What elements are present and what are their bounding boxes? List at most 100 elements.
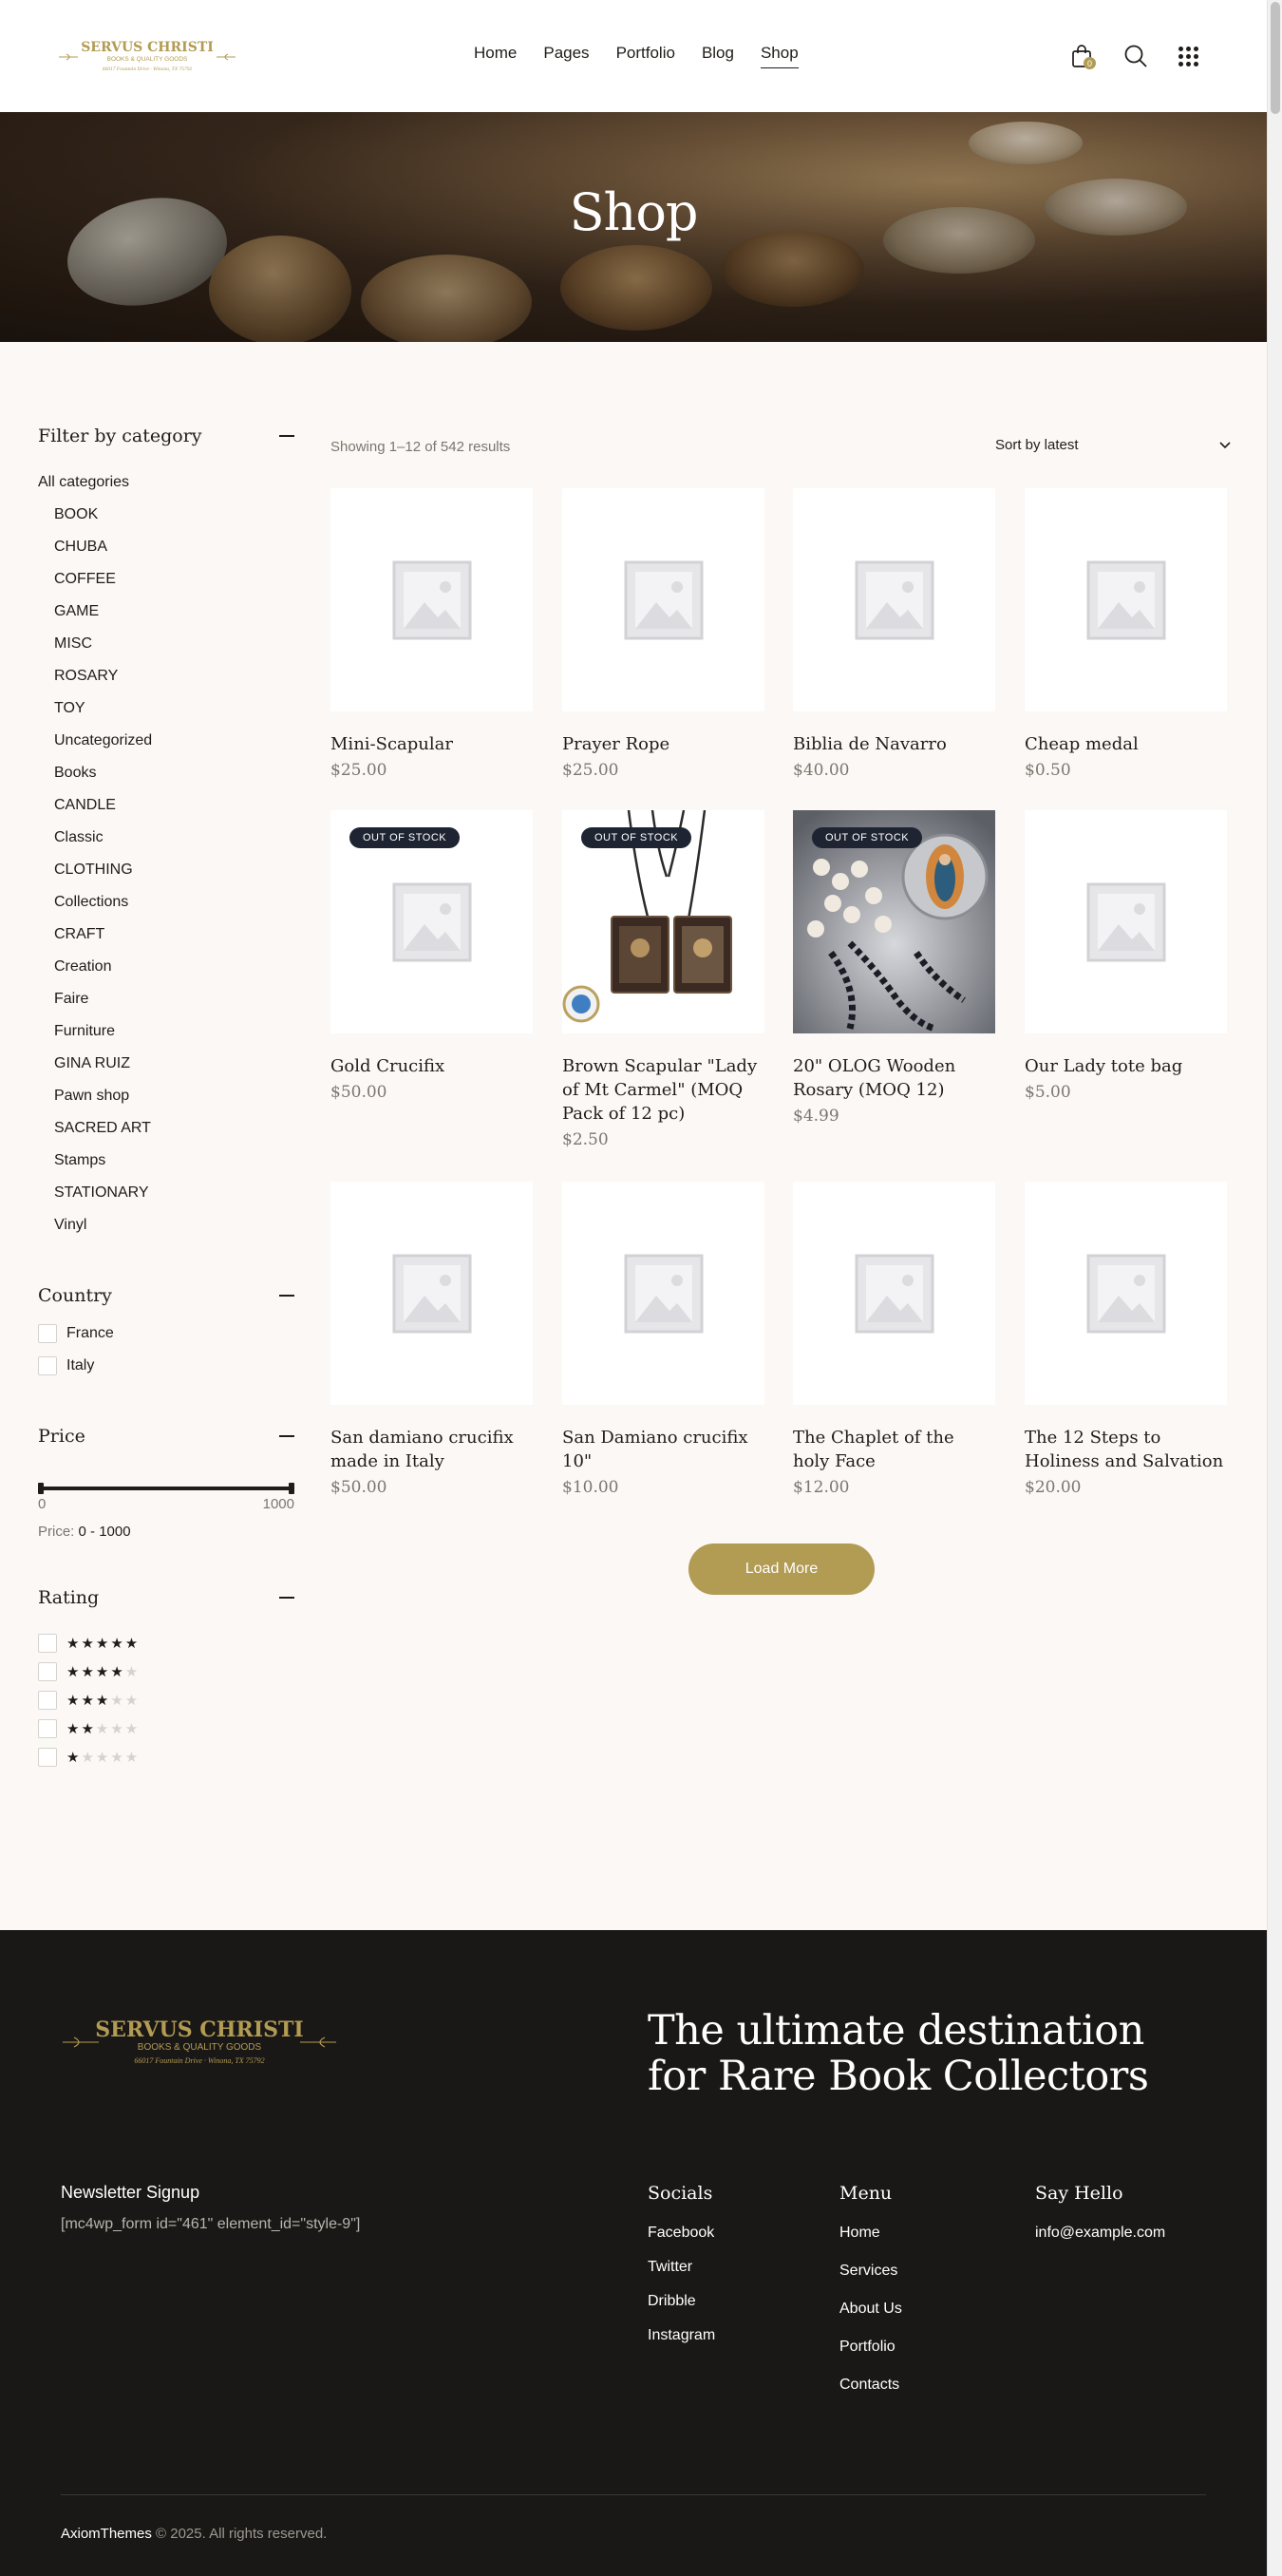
category-item[interactable]: MISC — [38, 628, 294, 660]
brand-logo[interactable]: SERVUS CHRISTI BOOKS & QUALITY GOODS 660… — [57, 28, 237, 85]
menu-grid-button[interactable] — [1174, 42, 1202, 70]
footer-link-about[interactable]: About Us — [839, 2301, 902, 2318]
category-item[interactable]: CLOTHING — [38, 854, 294, 886]
product-title[interactable]: Brown Scapular "Lady of Mt Carmel" (MOQ … — [562, 1054, 764, 1126]
product-title[interactable]: The Chaplet of the holy Face — [793, 1426, 995, 1473]
rating-filter-header[interactable]: Rating — [38, 1587, 294, 1608]
price-filter-header[interactable]: Price — [38, 1426, 294, 1447]
product-image[interactable]: OUT OF STOCK — [562, 810, 764, 1033]
footer-link-portfolio[interactable]: Portfolio — [839, 2339, 902, 2356]
category-item[interactable]: Creation — [38, 951, 294, 983]
social-link-instagram[interactable]: Instagram — [648, 2327, 715, 2344]
rating-option-1[interactable]: ★★★★★ — [38, 1743, 294, 1771]
product-card[interactable]: Prayer Rope $25.00 — [562, 488, 764, 780]
product-card[interactable]: Cheap medal $0.50 — [1025, 488, 1227, 780]
category-item[interactable]: SACRED ART — [38, 1112, 294, 1145]
category-item[interactable]: TOY — [38, 692, 294, 725]
category-item[interactable]: GINA RUIZ — [38, 1048, 294, 1080]
product-image[interactable] — [562, 1182, 764, 1405]
product-image[interactable] — [330, 488, 533, 711]
nav-home[interactable]: Home — [474, 44, 517, 68]
checkbox[interactable] — [38, 1691, 57, 1710]
product-image[interactable] — [562, 488, 764, 711]
price-range-slider[interactable] — [38, 1483, 294, 1494]
footer-link-home[interactable]: Home — [839, 2225, 902, 2242]
checkbox[interactable] — [38, 1719, 57, 1738]
category-item[interactable]: Furniture — [38, 1015, 294, 1048]
sort-select[interactable]: Sort by latest — [995, 437, 1231, 453]
product-title[interactable]: The 12 Steps to Holiness and Salvation — [1025, 1426, 1227, 1473]
product-card[interactable]: Mini-Scapular $25.00 — [330, 488, 533, 780]
category-item[interactable]: Vinyl — [38, 1209, 294, 1241]
nav-shop[interactable]: Shop — [760, 44, 799, 68]
product-card[interactable]: OUT OF STOCK 20" OLOG Wooden Rosary (MOQ … — [793, 810, 995, 1126]
product-card[interactable]: Our Lady tote bag $5.00 — [1025, 810, 1227, 1102]
product-title[interactable]: San damiano crucifix made in Italy — [330, 1426, 533, 1473]
category-item[interactable]: Books — [38, 757, 294, 789]
category-filter-header[interactable]: Filter by category — [38, 426, 294, 446]
scrollbar-thumb[interactable] — [1271, 2, 1280, 114]
product-card[interactable]: San damiano crucifix made in Italy $50.00 — [330, 1182, 533, 1497]
product-card[interactable]: OUT OF STOCK Gold Crucifix $50.00 — [330, 810, 533, 1102]
social-link-dribble[interactable]: Dribble — [648, 2293, 715, 2310]
price-max-handle[interactable] — [289, 1483, 294, 1494]
product-image[interactable] — [793, 488, 995, 711]
price-min-handle[interactable] — [38, 1483, 44, 1494]
search-button[interactable] — [1122, 42, 1150, 70]
product-image[interactable] — [1025, 810, 1227, 1033]
category-all[interactable]: All categories — [38, 466, 294, 499]
product-card[interactable]: The Chaplet of the holy Face $12.00 — [793, 1182, 995, 1497]
footer-link-contacts[interactable]: Contacts — [839, 2377, 902, 2394]
social-link-facebook[interactable]: Facebook — [648, 2225, 715, 2242]
footer-brand-logo[interactable]: SERVUS CHRISTI BOOKS & QUALITY GOODS 660… — [61, 2008, 338, 2076]
checkbox[interactable] — [38, 1634, 57, 1653]
rating-option-2[interactable]: ★★★★★ — [38, 1714, 294, 1743]
category-item[interactable]: Stamps — [38, 1145, 294, 1177]
checkbox[interactable] — [38, 1748, 57, 1767]
checkbox[interactable] — [38, 1324, 57, 1343]
product-card[interactable]: Biblia de Navarro $40.00 — [793, 488, 995, 780]
checkbox[interactable] — [38, 1662, 57, 1681]
contact-email-link[interactable]: info@example.com — [1035, 2225, 1165, 2242]
nav-portfolio[interactable]: Portfolio — [616, 44, 675, 68]
product-title[interactable]: Cheap medal — [1025, 732, 1227, 756]
category-item[interactable]: Pawn shop — [38, 1080, 294, 1112]
product-title[interactable]: San Damiano crucifix 10" — [562, 1426, 764, 1473]
country-filter-header[interactable]: Country — [38, 1285, 294, 1306]
load-more-button[interactable]: Load More — [688, 1544, 875, 1595]
country-option-italy[interactable]: Italy — [38, 1350, 294, 1382]
footer-link-services[interactable]: Services — [839, 2263, 902, 2280]
category-item[interactable]: BOOK — [38, 499, 294, 531]
product-title[interactable]: Our Lady tote bag — [1025, 1054, 1227, 1078]
product-card[interactable]: San Damiano crucifix 10" $10.00 — [562, 1182, 764, 1497]
product-title[interactable]: Mini-Scapular — [330, 732, 533, 756]
nav-pages[interactable]: Pages — [543, 44, 589, 68]
category-item[interactable]: CHUBA — [38, 531, 294, 563]
product-card[interactable]: The 12 Steps to Holiness and Salvation $2… — [1025, 1182, 1227, 1497]
country-option-france[interactable]: France — [38, 1317, 294, 1350]
page-scrollbar[interactable] — [1267, 0, 1282, 2576]
product-image[interactable] — [1025, 1182, 1227, 1405]
checkbox[interactable] — [38, 1356, 57, 1375]
category-item[interactable]: GAME — [38, 596, 294, 628]
copyright-brand-link[interactable]: AxiomThemes — [61, 2526, 152, 2542]
product-title[interactable]: Prayer Rope — [562, 732, 764, 756]
rating-option-3[interactable]: ★★★★★ — [38, 1686, 294, 1714]
category-item[interactable]: Classic — [38, 822, 294, 854]
category-item[interactable]: CANDLE — [38, 789, 294, 822]
product-title[interactable]: Gold Crucifix — [330, 1054, 533, 1078]
product-image[interactable] — [330, 1182, 533, 1405]
product-title[interactable]: Biblia de Navarro — [793, 732, 995, 756]
product-image[interactable]: OUT OF STOCK — [793, 810, 995, 1033]
category-item[interactable]: ROSARY — [38, 660, 294, 692]
category-item[interactable]: COFFEE — [38, 563, 294, 596]
rating-option-5[interactable]: ★★★★★ — [38, 1629, 294, 1657]
product-image[interactable] — [1025, 488, 1227, 711]
category-item[interactable]: Collections — [38, 886, 294, 919]
category-item[interactable]: STATIONARY — [38, 1177, 294, 1209]
product-title[interactable]: 20" OLOG Wooden Rosary (MOQ 12) — [793, 1054, 995, 1102]
cart-button[interactable]: 0 — [1067, 42, 1096, 70]
rating-option-4[interactable]: ★★★★★ — [38, 1657, 294, 1686]
category-item[interactable]: Uncategorized — [38, 725, 294, 757]
nav-blog[interactable]: Blog — [702, 44, 734, 68]
